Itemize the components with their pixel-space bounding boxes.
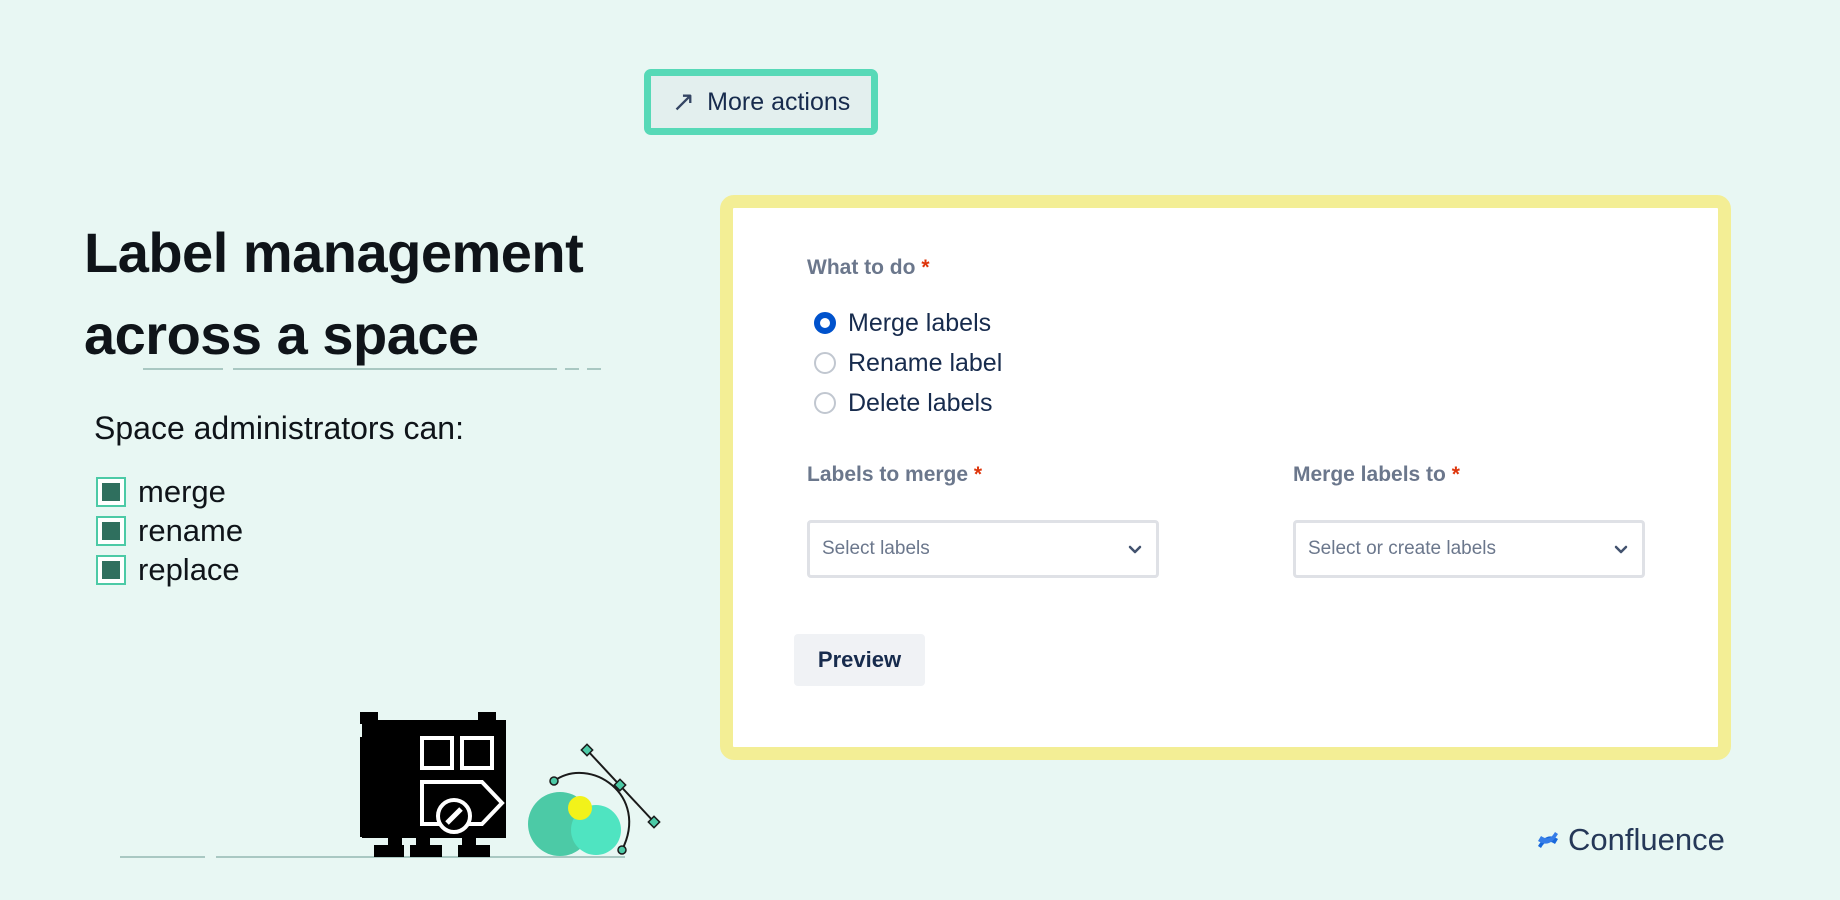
radio-rename-label[interactable]: Rename label	[814, 343, 1002, 383]
chevron-down-icon	[1128, 545, 1142, 554]
select-placeholder: Select labels	[822, 538, 930, 559]
what-to-do-text: What to do	[807, 256, 916, 279]
radio-merge-labels[interactable]: Merge labels	[814, 303, 1002, 343]
required-mark: *	[1451, 463, 1460, 486]
list-item: rename	[96, 511, 243, 550]
square-bullet-icon	[96, 554, 126, 585]
square-bullet-icon	[96, 515, 126, 546]
arrow-up-right-icon: ↗	[671, 86, 696, 117]
merge-labels-to-label: Merge labels to *	[1293, 463, 1460, 487]
action-radio-group: Merge labels Rename label Delete labels	[814, 303, 1002, 423]
capability-text: replace	[138, 551, 240, 587]
capabilities-intro: Space administrators can:	[94, 410, 464, 446]
labels-to-merge-select[interactable]: Select labels	[807, 520, 1159, 578]
list-item: replace	[96, 550, 243, 589]
decorative-divider	[587, 368, 601, 370]
capability-text: merge	[138, 473, 226, 509]
confluence-icon	[1538, 832, 1558, 848]
radio-label: Rename label	[848, 348, 1003, 377]
radio-unselected-icon[interactable]	[814, 392, 836, 414]
label-robot-illustration	[120, 712, 661, 858]
required-mark: *	[973, 463, 983, 486]
capability-text: rename	[138, 512, 244, 548]
radio-label: Merge labels	[848, 308, 992, 337]
radio-label: Delete labels	[848, 388, 993, 417]
required-mark: *	[921, 256, 930, 279]
page-title-line-2: across a space	[84, 303, 479, 366]
select-placeholder: Select or create labels	[1308, 538, 1496, 559]
brand-name: Confluence	[1568, 822, 1725, 857]
decorative-divider	[143, 368, 223, 370]
square-bullet-icon	[96, 476, 126, 507]
more-actions-button[interactable]: ↗ More actions	[644, 69, 878, 135]
chevron-down-icon	[1614, 545, 1628, 554]
confluence-logo: Confluence	[1536, 822, 1725, 858]
what-to-do-label: What to do *	[807, 256, 930, 280]
preview-button[interactable]: Preview	[794, 634, 925, 686]
decorative-divider	[565, 368, 579, 370]
merge-labels-to-text: Merge labels to	[1293, 463, 1446, 486]
labels-to-merge-text: Labels to merge	[807, 463, 969, 486]
radio-unselected-icon[interactable]	[814, 352, 836, 374]
capabilities-list: merge rename replace	[96, 472, 243, 589]
radio-delete-labels[interactable]: Delete labels	[814, 383, 1002, 423]
page-title-line-1: Label management	[84, 221, 584, 284]
list-item: merge	[96, 472, 243, 511]
more-actions-label: More actions	[707, 87, 851, 116]
radio-selected-icon[interactable]	[814, 312, 836, 334]
merge-labels-to-select[interactable]: Select or create labels	[1293, 520, 1645, 578]
labels-to-merge-label: Labels to merge *	[807, 463, 982, 487]
decorative-divider	[233, 368, 557, 370]
page-title: Label management across a space	[84, 212, 684, 376]
